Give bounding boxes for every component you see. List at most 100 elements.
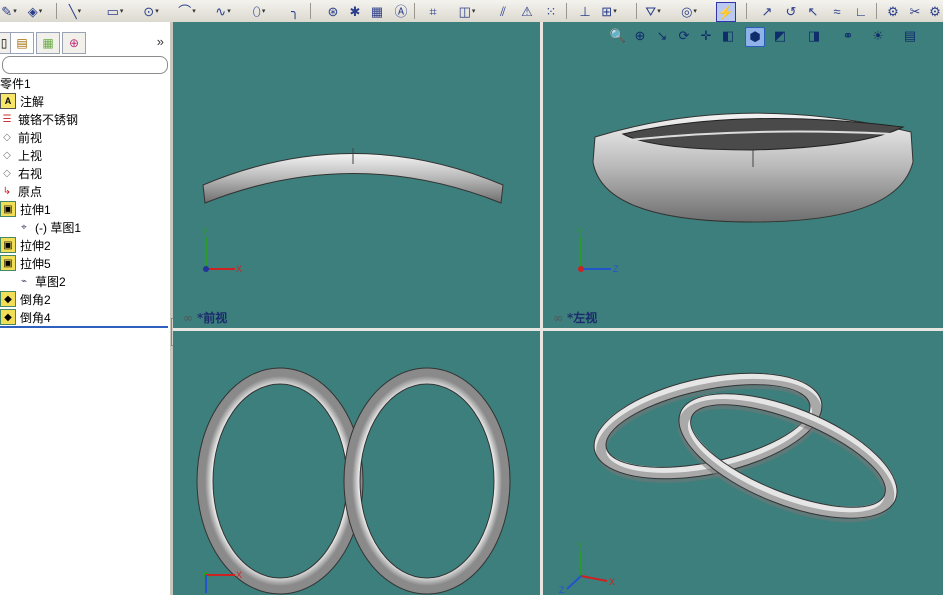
link-view-icon[interactable]: ∞ — [183, 311, 193, 325]
rotate-icon[interactable]: ⟳ — [675, 27, 693, 45]
tree-item-chamfer4[interactable]: ◆ 倒角4 — [0, 308, 170, 326]
fillet-icon[interactable]: ↗ — [758, 2, 776, 20]
tree-item-label: 上视 — [18, 148, 43, 163]
toolbar-separator — [566, 3, 567, 19]
tree-item-extrude5[interactable]: ▣ 拉伸5 — [0, 254, 170, 272]
tree-item-sketch1[interactable]: ⌖ (-) 草图1 — [0, 218, 170, 236]
centerline-icon[interactable]: ✱ — [346, 2, 364, 20]
display-style-icon[interactable]: ◩ — [771, 27, 789, 45]
section-view-icon[interactable]: ◧ — [719, 27, 737, 45]
pattern-icon[interactable]: ⫽ — [494, 2, 512, 20]
check-sketch-icon[interactable]: ⛛ — [644, 2, 662, 20]
arc-icon[interactable]: ⌒ — [178, 2, 196, 20]
offset-icon[interactable]: ⌗ — [424, 2, 442, 20]
viewport-left[interactable]: Y Z ∞ *左视 🔍 ⊕ ↘ ⟳ ✛ ◧ ⬢ ◩ ◨ ⚭ ☀ ▤ — [543, 22, 943, 328]
text-icon[interactable]: ▦ — [368, 2, 386, 20]
plane-icon: ◇ — [3, 167, 11, 179]
dimxpert-tab[interactable]: ⊕ — [62, 32, 86, 54]
configuration-manager-tab[interactable]: ▦ — [36, 32, 60, 54]
view-settings-icon[interactable]: ▤ — [901, 27, 919, 45]
tree-item-label: (-) 草图1 — [35, 220, 81, 235]
fillet-sketch-icon[interactable]: ╮ — [286, 2, 304, 20]
repair-icon[interactable]: ⊥ — [576, 2, 594, 20]
smart-dimension-icon[interactable]: ◈ — [26, 2, 44, 20]
annotations-icon: A — [0, 93, 16, 109]
hide-show-icon[interactable]: ◨ — [805, 27, 823, 45]
pan-icon[interactable]: ✛ — [697, 27, 715, 45]
grid-icon[interactable]: ⊞ — [600, 2, 618, 20]
loft-icon[interactable]: ↖ — [804, 2, 822, 20]
view-orientation-icon[interactable]: ⬢ — [745, 27, 765, 47]
line-icon[interactable]: ╲ — [66, 2, 84, 20]
tree-item-origin[interactable]: ↳ 原点 — [0, 182, 170, 200]
svg-text:Y: Y — [202, 227, 208, 237]
tree-item-material[interactable]: ☰ 镀铬不锈钢 — [0, 110, 170, 128]
trim-icon[interactable]: ◫ — [458, 2, 476, 20]
link-view-icon[interactable]: ∞ — [553, 311, 563, 325]
curve-icon[interactable]: ≈ — [828, 2, 846, 20]
sketch-icon: ⌁ — [20, 275, 28, 287]
sketch-icon[interactable]: ✎ — [0, 2, 18, 20]
mirror-icon[interactable]: Ⓐ — [392, 2, 410, 20]
tree-item-label: 原点 — [18, 184, 43, 199]
toolbar-separator — [414, 3, 415, 19]
rollback-bar[interactable] — [0, 326, 168, 328]
tree-item-label: 零件1 — [0, 76, 31, 91]
toolbar-separator — [746, 3, 747, 19]
previous-view-icon[interactable]: ↘ — [653, 27, 671, 45]
top-view-model: X — [196, 367, 511, 595]
tree-item-right-plane[interactable]: ◇ 右视 — [0, 164, 170, 182]
origin-icon: ↳ — [2, 185, 12, 197]
rectangle-icon[interactable]: ▭ — [106, 2, 124, 20]
tree-item-part[interactable]: 零件1 — [0, 74, 170, 92]
sweep-icon[interactable]: ↺ — [782, 2, 800, 20]
svg-text:Y: Y — [577, 541, 583, 551]
tree-item-label: 右视 — [18, 166, 43, 181]
viewport-isometric[interactable]: Y X Z — [543, 331, 943, 595]
surface-icon[interactable]: ∟ — [852, 2, 870, 20]
point-icon[interactable]: ⊛ — [324, 2, 342, 20]
tree-item-sketch2[interactable]: ⌁ 草图2 — [0, 272, 170, 290]
edit-appearance-icon[interactable]: ⚭ — [839, 27, 857, 45]
zoom-area-icon[interactable]: ⊕ — [631, 27, 649, 45]
tree-item-label: 拉伸2 — [20, 238, 51, 253]
tree-item-top-plane[interactable]: ◇ 上视 — [0, 146, 170, 164]
viewport-vertical-divider[interactable] — [540, 22, 543, 595]
relations-icon[interactable]: ⚠ — [518, 2, 536, 20]
extrude-icon: ▣ — [0, 201, 16, 217]
viewport-horizontal-divider[interactable] — [173, 328, 943, 331]
tools-icon[interactable]: ✂ — [906, 2, 924, 20]
modify-sketch-icon[interactable]: ◎ — [680, 2, 698, 20]
viewport-front[interactable]: Y X ∞ *前视 — [173, 22, 540, 328]
circle-icon[interactable]: ⊙ — [142, 2, 160, 20]
tree-item-label: 注解 — [20, 94, 45, 109]
tree-item-front-plane[interactable]: ◇ 前视 — [0, 128, 170, 146]
toolbar-separator — [310, 3, 311, 19]
tree-item-extrude1[interactable]: ▣ 拉伸1 — [0, 200, 170, 218]
tree-item-label: 草图2 — [35, 274, 66, 289]
spline-icon[interactable]: ∿ — [214, 2, 232, 20]
ellipse-icon[interactable]: ⬯ — [250, 2, 268, 20]
feature-manager-panel: ▯ ▤ ▦ ⊕ » 零件1 A 注解 ☰ 镀铬不锈钢 ◇ 前视 ◇ 上视 ◇ 右视 ↳ 原点… — [0, 22, 171, 595]
tree-item-label: 拉伸5 — [20, 256, 51, 271]
options-icon[interactable]: ⚙ — [926, 2, 943, 20]
front-view-model: Y X — [202, 148, 504, 274]
tree-item-chamfer2[interactable]: ◆ 倒角2 — [0, 290, 170, 308]
toolbar-separator — [876, 3, 877, 19]
tree-item-annotations[interactable]: A 注解 — [0, 92, 170, 110]
chamfer-icon: ◆ — [0, 291, 16, 307]
tree-item-extrude2[interactable]: ▣ 拉伸2 — [0, 236, 170, 254]
scene-icon[interactable]: ☀ — [869, 27, 887, 45]
view-triad: X — [203, 570, 242, 593]
zoom-fit-icon[interactable]: 🔍 — [609, 27, 627, 45]
filter-input[interactable] — [2, 56, 168, 74]
material-icon: ☰ — [2, 113, 12, 125]
plane-icon: ◇ — [3, 131, 11, 143]
viewport-top[interactable]: X — [173, 331, 540, 595]
property-manager-tab[interactable]: ▤ — [10, 32, 34, 54]
display-relations-icon[interactable]: ⁙ — [542, 2, 560, 20]
rapid-sketch-icon[interactable]: ⚡ — [716, 2, 736, 22]
svg-text:Z: Z — [613, 264, 619, 274]
reference-icon[interactable]: ⚙ — [884, 2, 902, 20]
expand-chevron-icon[interactable]: » — [157, 34, 164, 49]
